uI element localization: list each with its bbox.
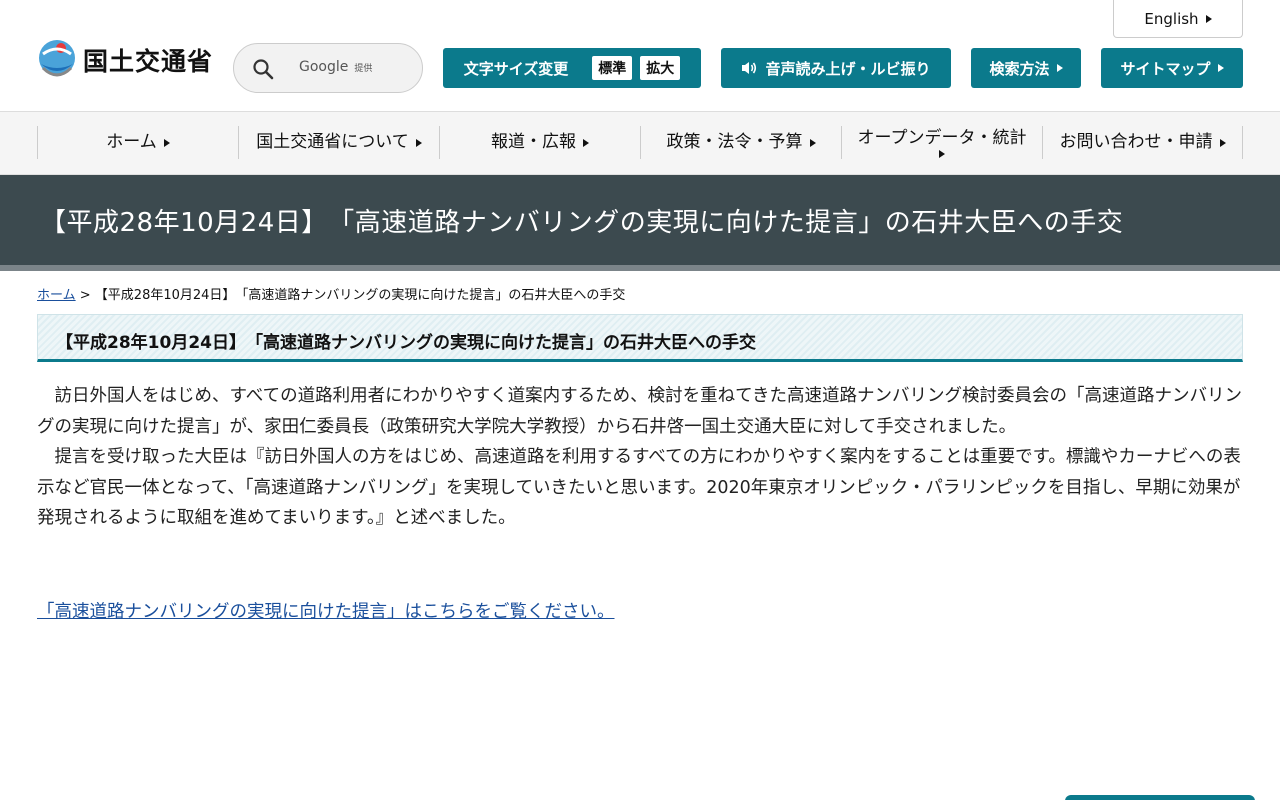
speaker-icon (742, 62, 757, 74)
arrow-right-icon (583, 138, 589, 147)
search-provider: Google (299, 59, 349, 75)
nav-item-opendata[interactable]: オープンデータ・統計 (841, 126, 1042, 159)
nav-item-about[interactable]: 国土交通省について (238, 126, 439, 159)
nav-item-label: 政策・法令・予算 (666, 132, 803, 153)
search-icon[interactable] (251, 57, 275, 81)
site-search[interactable]: Google 提供 (233, 43, 423, 93)
arrow-right-icon (809, 138, 816, 147)
article-body: 訪日外国人をはじめ、すべての道路利用者にわかりやすく道案内するため、検討を重ねて… (37, 381, 1243, 534)
nav-item-contact[interactable]: お問い合わせ・申請 (1042, 126, 1243, 159)
arrow-right-icon (939, 149, 945, 158)
sitemap-button[interactable]: サイトマップ (1101, 48, 1243, 88)
nav-item-label: 報道・広報 (491, 132, 576, 153)
proposal-link[interactable]: 「高速道路ナンバリングの実現に向けた提言」はこちらをご覧ください。 (37, 598, 615, 623)
arrow-right-icon (163, 138, 170, 147)
nav-item-label: ホーム (106, 132, 157, 153)
page-title: 【平成28年10月24日】 「高速道路ナンバリングの実現に向けた提言」の石井大臣… (40, 208, 1124, 238)
site-header: 国土交通省 Google 提供 English 文字サイズ変更 標準 拡大 音声読… (0, 0, 1280, 112)
arrow-right-icon (1205, 14, 1212, 23)
search-help-label: 検索方法 (989, 59, 1050, 78)
page-top-button[interactable] (1065, 795, 1255, 800)
logo-text: 国土交通省 (83, 47, 214, 76)
breadcrumb-current: 【平成28年10月24日】 「高速道路ナンバリングの実現に向けた提言」の石井大臣… (94, 288, 626, 303)
article-paragraph: 訪日外国人をはじめ、すべての道路利用者にわかりやすく道案内するため、検討を重ねて… (37, 386, 1243, 437)
arrow-right-icon (415, 138, 422, 147)
article-paragraph: 提言を受け取った大臣は『訪日外国人の方をはじめ、高速道路を利用するすべての方にわ… (37, 447, 1241, 528)
divider (0, 265, 1280, 271)
search-input[interactable]: Google 提供 (299, 59, 372, 75)
font-size-large-button[interactable]: 拡大 (640, 56, 681, 80)
font-size-label: 文字サイズ変更 (463, 59, 569, 78)
english-link[interactable]: English (1113, 0, 1243, 38)
breadcrumb-home-link[interactable]: ホーム (37, 288, 76, 303)
arrow-right-icon (1056, 64, 1063, 72)
breadcrumb: ホーム > 【平成28年10月24日】 「高速道路ナンバリングの実現に向けた提言… (37, 284, 625, 303)
font-size-standard-button[interactable]: 標準 (592, 56, 633, 80)
english-label: English (1144, 9, 1199, 28)
page-title-band: 【平成28年10月24日】 「高速道路ナンバリングの実現に向けた提言」の石井大臣… (0, 175, 1280, 265)
arrow-right-icon (1219, 138, 1226, 147)
nav-item-label: オープンデータ・統計 (857, 128, 1027, 149)
global-nav: ホーム 国土交通省について 報道・広報 政策・法令・予算 オープンデータ・統計 … (0, 112, 1280, 175)
search-help-button[interactable]: 検索方法 (971, 48, 1081, 88)
site-logo[interactable]: 国土交通省 (37, 38, 213, 82)
nav-item-label: お問い合わせ・申請 (1059, 132, 1213, 153)
section-heading: 【平成28年10月24日】 「高速道路ナンバリングの実現に向けた提言」の石井大臣… (56, 333, 756, 353)
nav-item-press[interactable]: 報道・広報 (439, 126, 640, 159)
section-heading-box: 【平成28年10月24日】 「高速道路ナンバリングの実現に向けた提言」の石井大臣… (37, 314, 1243, 362)
font-size-control: 文字サイズ変更 標準 拡大 (443, 48, 701, 88)
search-provider-suffix: 提供 (354, 64, 373, 74)
ministry-logo-icon (39, 40, 75, 77)
nav-item-policy[interactable]: 政策・法令・予算 (640, 126, 841, 159)
voice-ruby-button[interactable]: 音声読み上げ・ルビ振り (721, 48, 951, 88)
sitemap-label: サイトマップ (1120, 59, 1211, 78)
nav-item-home[interactable]: ホーム (37, 126, 238, 159)
breadcrumb-separator: > (75, 288, 95, 303)
voice-ruby-label: 音声読み上げ・ルビ振り (765, 59, 931, 78)
arrow-right-icon (1217, 64, 1224, 72)
nav-item-label: 国土交通省について (256, 132, 409, 153)
